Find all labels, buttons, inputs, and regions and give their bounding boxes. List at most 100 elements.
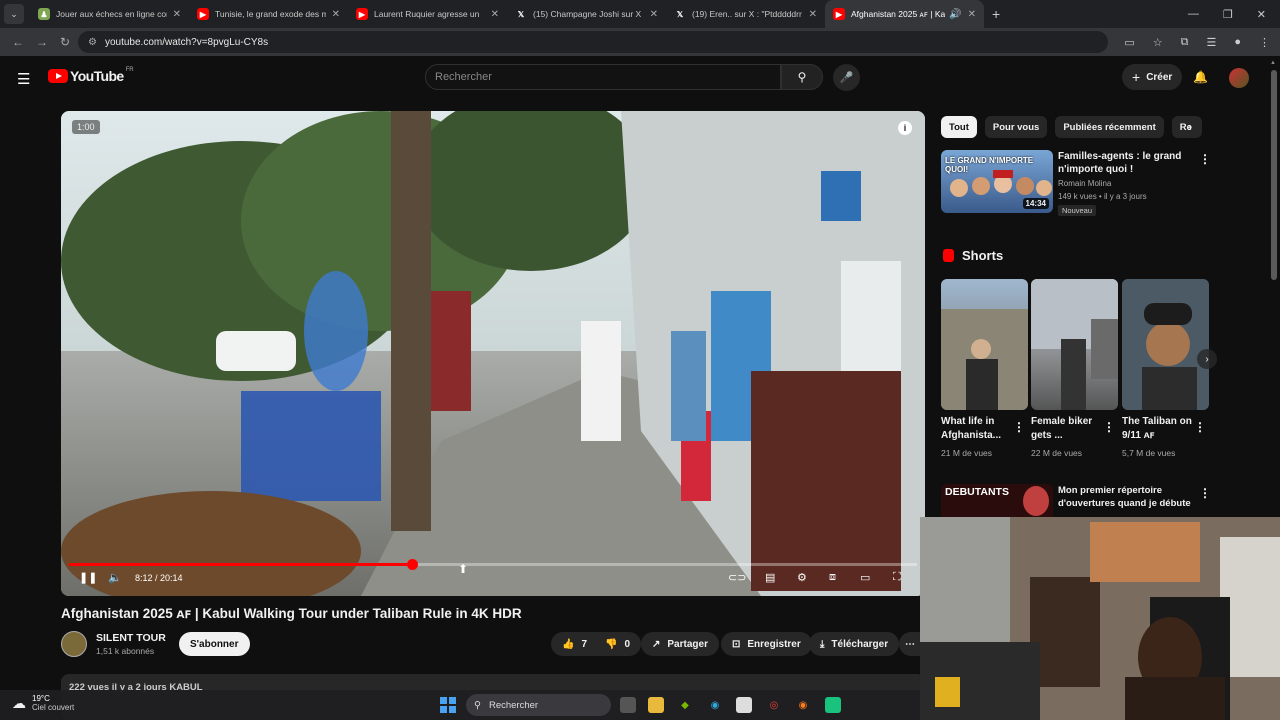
miniplayer-icon[interactable]: ⧈ (829, 571, 836, 584)
short-title[interactable]: Female biker gets ... (1031, 415, 1103, 443)
channel-name[interactable]: SILENT TOUR (96, 632, 166, 644)
browser-tab[interactable]: ▶ Tunisie, le grand exode des mé ✕ (189, 0, 348, 28)
new-tab-button[interactable]: + (992, 6, 1000, 22)
recommended-video[interactable]: LE GRAND N'IMPORTE QUOI! 14:34 Familles-… (941, 150, 1211, 220)
like-button[interactable]: 👍 7 (551, 632, 600, 656)
close-icon[interactable]: ✕ (809, 9, 817, 20)
shorts-icon (943, 249, 954, 262)
chip-all[interactable]: Tout (941, 116, 977, 138)
close-icon[interactable]: ✕ (650, 9, 658, 20)
scroll-up-arrow-icon[interactable]: ▲ (1270, 60, 1276, 66)
theater-mode-icon[interactable]: ▭ (860, 571, 870, 584)
more-vertical-icon[interactable]: ⋮ (1194, 420, 1206, 434)
video-title[interactable]: Familles-agents : le grand n'importe quo… (1058, 150, 1188, 176)
close-window-icon[interactable]: ✕ (1257, 8, 1266, 21)
short-thumbnail[interactable] (941, 279, 1028, 410)
weather-widget[interactable]: ☁ 19°C Ciel couvert (12, 694, 74, 712)
subscribe-button[interactable]: S'abonner (179, 632, 250, 656)
file-explorer-icon[interactable] (648, 697, 664, 713)
close-icon[interactable]: ✕ (332, 9, 340, 20)
search-input[interactable]: Rechercher (425, 64, 781, 90)
bookmark-icon: ⊡ (732, 638, 741, 650)
volume-icon[interactable]: 🔈 (108, 571, 122, 584)
short-title[interactable]: The Taliban on 9/11 ᴀꜰ (1122, 415, 1194, 443)
close-icon[interactable]: ✕ (173, 9, 181, 20)
close-icon[interactable]: ✕ (968, 9, 976, 20)
video-player[interactable]: 1:00 i ❚❚ 🔈 8:12 / 20:14 ⊂⊃ ▤ ⚙ ⧈ ▭ ⛶ ⬆ (61, 111, 925, 596)
channel-name[interactable]: Romain Molina (1058, 179, 1111, 188)
chip-recent[interactable]: Publiées récemment (1055, 116, 1164, 138)
settings-gear-icon[interactable]: ⚙ (797, 571, 807, 584)
more-vertical-icon[interactable]: ⋮ (1013, 420, 1025, 434)
short-card[interactable]: The Taliban on 9/11 ᴀꜰ 5,7 M de vues ⋮ (1122, 279, 1209, 458)
store-icon[interactable] (736, 697, 752, 713)
restore-icon[interactable]: ❐ (1223, 8, 1233, 21)
edge-icon[interactable]: ◉ (707, 697, 723, 713)
extensions-icon[interactable]: ⧉ (1181, 36, 1189, 49)
channel-avatar[interactable] (61, 631, 87, 657)
browser-tab-active[interactable]: ▶ Afghanistan 2025 ᴀꜰ | Kabul 🔊 ✕ (825, 0, 984, 28)
app-icon[interactable] (825, 697, 841, 713)
task-view-icon[interactable] (620, 697, 636, 713)
thumbnail-face-image (1023, 486, 1049, 516)
bookmark-star-icon[interactable]: ☆ (1153, 36, 1163, 49)
browser-tab[interactable]: ♟ Jouer aux échecs en ligne contre ✕ (30, 0, 189, 28)
search-button[interactable]: ⚲ (781, 64, 823, 90)
account-avatar[interactable] (1229, 68, 1249, 88)
short-card[interactable]: What life in Afghanista... 21 M de vues … (941, 279, 1028, 458)
more-vertical-icon[interactable]: ⋮ (1199, 486, 1211, 500)
minimize-icon[interactable]: — (1188, 8, 1199, 20)
youtube-logo[interactable]: YouTube FR (48, 67, 134, 84)
back-icon[interactable]: ← (12, 35, 24, 49)
shorts-next-button[interactable]: › (1197, 349, 1217, 369)
short-thumbnail[interactable] (1122, 279, 1209, 410)
create-button[interactable]: + Créer (1122, 64, 1183, 90)
webcam-overlay (920, 517, 1280, 720)
profile-icon[interactable]: ● (1234, 36, 1241, 48)
fullscreen-icon[interactable]: ⛶ (893, 571, 901, 584)
more-icon[interactable]: ⋮ (1259, 36, 1270, 49)
progress-bar[interactable] (69, 559, 917, 570)
more-vertical-icon[interactable]: ⋮ (1199, 152, 1211, 166)
short-card[interactable]: Female biker gets ... 22 M de vues ⋮ (1031, 279, 1118, 458)
cast-icon[interactable]: ▭ (1124, 36, 1134, 49)
chrome-icon[interactable]: ◎ (766, 697, 782, 713)
voice-search-button[interactable]: 🎤 (833, 64, 860, 91)
download-button[interactable]: ⤓ Télécharger (809, 632, 900, 656)
address-bar[interactable]: ⚙ youtube.com/watch?v=8pvgLu-CY8s (78, 31, 1108, 53)
speaker-icon[interactable]: 🔊 (949, 9, 961, 20)
short-title[interactable]: What life in Afghanista... (941, 415, 1013, 443)
reload-icon[interactable]: ↻ (60, 35, 70, 49)
browser-tab[interactable]: 𝕏 (15) Champagne Joshi sur X : " ✕ (507, 0, 666, 28)
nvidia-icon[interactable]: ◆ (677, 697, 693, 713)
media-control-icon[interactable]: ☰ (1206, 36, 1216, 49)
forward-icon[interactable]: → (36, 35, 48, 49)
page-scrollbar[interactable] (1271, 70, 1277, 280)
video-thumbnail[interactable]: DEBUTANTS (941, 484, 1053, 518)
site-info-icon[interactable]: ⚙ (88, 37, 97, 48)
autoplay-toggle[interactable]: ⊂⊃ (728, 571, 746, 584)
tab-search-button[interactable]: ⌄ (4, 4, 24, 24)
notifications-bell-icon[interactable]: 🔔 (1193, 70, 1208, 84)
hamburger-menu-icon[interactable]: ☰ (17, 70, 30, 88)
browser-tab[interactable]: 𝕏 (19) Eren.. sur X : "Ptdddddrr ✕ (666, 0, 825, 28)
short-thumbnail[interactable] (1031, 279, 1118, 410)
video-thumbnail[interactable]: LE GRAND N'IMPORTE QUOI! 14:34 (941, 150, 1053, 213)
more-vertical-icon[interactable]: ⋮ (1103, 420, 1115, 434)
info-icon[interactable]: i (898, 121, 912, 135)
windows-start-icon[interactable] (440, 697, 456, 713)
save-button[interactable]: ⊡ Enregistrer (721, 632, 812, 656)
temperature: 19°C (32, 694, 50, 703)
chevron-right-icon[interactable]: › (1188, 120, 1192, 134)
dislike-button[interactable]: 👎 0 (594, 632, 642, 656)
close-icon[interactable]: ✕ (491, 9, 499, 20)
firefox-icon[interactable]: ◉ (795, 697, 811, 713)
pause-icon[interactable]: ❚❚ (79, 571, 97, 584)
microphone-icon: 🎤 (839, 72, 854, 84)
taskbar-search[interactable]: ⚲ Rechercher (466, 694, 611, 716)
chip-for-you[interactable]: Pour vous (984, 116, 1048, 138)
browser-tab[interactable]: ▶ Laurent Ruquier agresse un ✕ (348, 0, 507, 28)
share-button[interactable]: ↗ Partager (641, 632, 719, 656)
subtitles-icon[interactable]: ▤ (765, 571, 775, 584)
chip-related[interactable]: Re (1171, 116, 1202, 138)
